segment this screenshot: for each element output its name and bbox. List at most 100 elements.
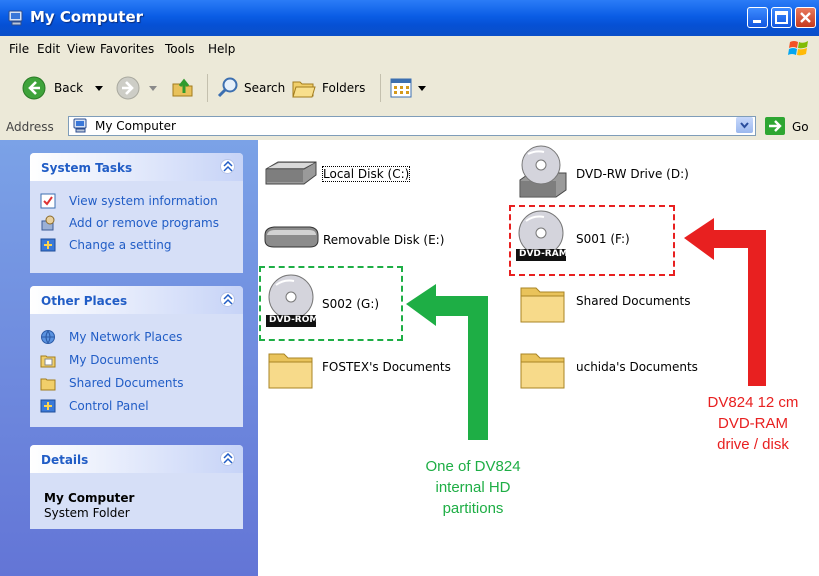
green-arrow-icon [406,284,488,440]
menu-file[interactable]: File [9,42,29,56]
go-button[interactable] [765,117,785,135]
search-icon [217,77,238,98]
close-icon [800,12,811,23]
dvd-rw-drive-d-item[interactable]: DVD-RW Drive (D:) [516,144,696,200]
network-places-icon [41,330,55,344]
removable-disk-icon [264,226,319,248]
other-places-header[interactable]: Other Places [30,286,243,314]
toolbar: Back Search Folders [0,62,819,115]
details-name: My Computer [44,491,135,505]
back-arrow-icon [22,76,46,100]
system-tasks-header[interactable]: System Tasks [30,153,243,181]
my-computer-icon [8,10,23,26]
my-documents-icon [40,355,56,368]
details-panel: Details My Computer System Folder [30,445,243,529]
control-panel-icon [40,399,56,413]
windows-logo-icon [788,41,808,56]
address-field[interactable]: My Computer [68,116,756,136]
dvd-ram-callout-line-2: DVD-RAM [718,415,788,432]
red-arrow-icon [684,218,766,386]
back-label: Back [54,81,84,95]
view-system-information-label: View system information [69,194,218,208]
uchida-documents-item[interactable]: uchida's Documents [518,346,698,394]
collapse-chevron-icon[interactable] [220,451,235,466]
control-panel-icon [40,238,56,252]
collapse-chevron-icon[interactable] [220,159,235,174]
maximize-button[interactable] [771,7,792,28]
forward-dropdown-icon [149,86,157,91]
my-documents-label: My Documents [69,353,159,367]
add-remove-programs-label: Add or remove programs [69,216,219,230]
dvd-ram-callout: DV824 12 cm DVD-RAM drive / disk [688,392,818,455]
other-places-title: Other Places [41,294,128,308]
forward-button[interactable] [116,76,158,100]
maximize-icon [775,11,788,24]
dvd-drive-icon [519,145,567,198]
change-setting-label: Change a setting [69,238,172,252]
add-remove-programs-icon [41,215,55,231]
details-type: System Folder [44,506,130,520]
dvd-ram-callout-line-3: drive / disk [717,436,789,453]
details-title: Details [41,453,89,467]
removable-disk-e-item[interactable]: Removable Disk (E:) [262,222,445,254]
minimize-icon [753,20,761,23]
shared-documents-item[interactable]: Shared Documents [518,280,691,328]
uchida-documents-label: uchida's Documents [576,360,698,374]
dvd-rom-callout: One of DV824 internal HD partitions [398,456,548,519]
search-label: Search [244,81,286,95]
address-value: My Computer [95,119,176,133]
shared-documents-item-label: Shared Documents [576,294,691,308]
hard-disk-icon [265,161,317,185]
dvd-rom-callout-line-2: internal HD [435,479,511,496]
folder-icon [268,353,313,389]
back-button[interactable]: Back [22,76,104,100]
menu-tools[interactable]: Tools [165,42,195,56]
title-bar[interactable]: My Computer [0,0,819,36]
dvd-rom-callout-line-3: partitions [442,500,504,517]
folder-icon [520,353,565,389]
system-tasks-panel: System Tasks View system information Add… [30,153,243,273]
my-computer-window: My Computer File Edit View Favorites Too… [0,0,819,576]
removable-disk-e-label: Removable Disk (E:) [323,233,445,247]
dvd-rom-highlight-box [259,266,403,341]
search-button[interactable]: Search [216,76,286,100]
address-label: Address [6,120,54,134]
address-dropdown-button[interactable] [736,117,753,133]
views-dropdown-icon [418,86,426,91]
system-info-icon [40,193,56,209]
folder-icon [520,287,565,323]
folder-icon [40,378,56,391]
menu-help[interactable]: Help [208,42,235,56]
window-title: My Computer [30,8,144,26]
dvd-ram-highlight-box [509,205,675,276]
chevron-down-icon [740,122,749,129]
up-folder-icon[interactable] [171,76,195,100]
local-disk-c-item[interactable]: Local Disk (C:) [262,158,422,190]
back-dropdown-icon [95,86,103,91]
views-button[interactable] [389,76,429,100]
minimize-button[interactable] [747,7,768,28]
folders-label: Folders [322,81,366,95]
menu-view[interactable]: View [67,42,95,56]
folders-icon [292,81,316,98]
menu-favorites[interactable]: Favorites [100,42,154,56]
dvd-rw-drive-d-label: DVD-RW Drive (D:) [576,167,689,181]
dvd-rom-callout-line-1: One of DV824 [425,458,521,475]
forward-arrow-icon [116,76,140,100]
close-button[interactable] [795,7,816,28]
system-tasks-title: System Tasks [41,161,133,175]
go-arrow-icon [769,120,782,132]
my-computer-small-icon [73,118,87,133]
my-network-places-label: My Network Places [69,330,183,344]
dvd-ram-callout-line-1: DV824 12 cm [707,394,799,411]
other-places-panel: Other Places My Network Places My Docume… [30,286,243,427]
shared-documents-label: Shared Documents [69,376,184,390]
address-bar: Address My Computer Go [0,114,819,141]
collapse-chevron-icon[interactable] [220,292,235,307]
menu-edit[interactable]: Edit [37,42,60,56]
folders-button[interactable]: Folders [291,76,371,100]
go-label[interactable]: Go [792,120,809,134]
task-pane: System Tasks View system information Add… [0,140,258,576]
details-header[interactable]: Details [30,445,243,473]
control-panel-label: Control Panel [69,399,149,413]
